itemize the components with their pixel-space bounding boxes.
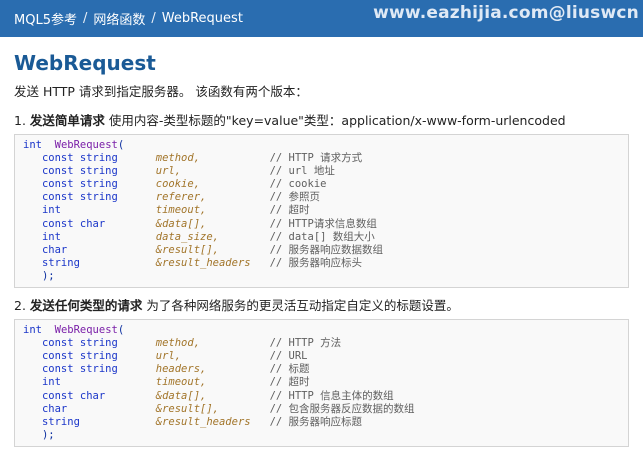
param-comment: // 参照页 [269, 191, 321, 204]
breadcrumb-separator: / [151, 11, 156, 26]
param-name: method, [155, 152, 270, 165]
param-comment: // 服务器响应标题 [269, 415, 363, 428]
param-name: data_size, [155, 230, 270, 243]
param-type: const string [41, 350, 156, 363]
param-comment: // HTTP 方法 [269, 337, 342, 350]
param-type: char [41, 243, 156, 256]
breadcrumb-network-functions[interactable]: 网络函数 [93, 9, 145, 28]
main-content: WebRequest 发送 HTTP 请求到指定服务器。 该函数有两个版本： 1… [0, 51, 643, 447]
param-comment: // 服务器响应标头 [269, 256, 363, 269]
section-1-heading: 1. 发送简单请求 使用内容-类型标题的"key=value"类型：applic… [14, 110, 629, 129]
param-name: url, [155, 165, 270, 178]
param-comment: // 标题 [269, 363, 310, 376]
param-comment: // URL [269, 350, 308, 363]
param-name: &result_headers [155, 256, 270, 269]
return-type: int [23, 324, 42, 337]
param-name: method, [155, 337, 270, 350]
param-name: timeout, [155, 376, 270, 389]
param-type: string [41, 256, 156, 269]
param-comment: // 超时 [269, 376, 310, 389]
param-name: url, [155, 350, 270, 363]
param-type: int [41, 230, 156, 243]
param-comment: // url 地址 [269, 165, 335, 178]
param-name: &result[], [155, 243, 270, 256]
param-type: char [41, 402, 156, 415]
breadcrumb: MQL5参考 / 网络函数 / WebRequest [0, 9, 243, 28]
page-title: WebRequest [14, 51, 156, 75]
section-2-heading: 2. 发送任何类型的请求 为了各种网络服务的更灵活互动指定自定义的标题设置。 [14, 295, 629, 314]
breadcrumb-separator: / [82, 11, 88, 26]
function-name: WebRequest [54, 139, 118, 151]
section-1-title: 发送简单请求 [29, 113, 105, 128]
top-navigation-bar: MQL5参考 / 网络函数 / WebRequest www.eazhijia.… [0, 0, 643, 37]
param-type: const string [41, 178, 156, 191]
breadcrumb-mql5-reference[interactable]: MQL5参考 [14, 9, 77, 28]
param-name: &result_headers [155, 415, 270, 428]
param-comment: // 服务器响应数据数组 [269, 243, 384, 256]
param-name: timeout, [155, 204, 270, 217]
param-comment: // 超时 [269, 204, 310, 217]
intro-text: 发送 HTTP 请求到指定服务器。 该函数有两个版本： [14, 84, 308, 99]
function-name: WebRequest [54, 324, 118, 337]
section-2-description: 为了各种网络服务的更灵活互动指定自定义的标题设置。 [146, 298, 459, 314]
param-type: const string [41, 152, 156, 165]
param-name: cookie, [155, 178, 270, 191]
param-name: &data[], [155, 217, 270, 230]
param-comment: // cookie [269, 178, 327, 191]
code-block-simple-request: int WebRequest( const string method, // … [14, 134, 629, 289]
param-type: const string [41, 191, 156, 204]
section-2-number: 2. [14, 298, 26, 314]
param-comment: // HTTP 请求方式 [269, 152, 363, 165]
param-type: const char [41, 217, 156, 230]
code-block-any-request: int WebRequest( const string method, // … [14, 319, 629, 447]
section-1-description: 使用内容-类型标题的"key=value"类型：application/x-ww… [108, 113, 566, 128]
param-type: const string [41, 337, 156, 350]
param-name: &data[], [155, 389, 270, 402]
param-type: const string [41, 363, 156, 376]
param-type: const string [41, 165, 156, 178]
param-comment: // 包含服务器反应数据的数组 [269, 402, 415, 415]
watermark-text: www.eazhijia.com@liuswcn [373, 3, 639, 23]
param-type: string [41, 415, 156, 428]
param-type: int [41, 204, 156, 217]
param-comment: // HTTP请求信息数组 [269, 217, 377, 230]
param-name: referer, [155, 191, 270, 204]
param-name: headers, [155, 363, 270, 376]
param-type: const char [41, 389, 156, 402]
param-comment: // data[] 数组大小 [269, 230, 375, 243]
param-name: &result[], [155, 402, 270, 415]
section-2-title: 发送任何类型的请求 [29, 298, 143, 314]
param-comment: // HTTP 信息主体的数组 [269, 389, 394, 402]
section-1-number: 1. [14, 113, 26, 128]
param-type: int [41, 376, 156, 389]
breadcrumb-webrequest[interactable]: WebRequest [162, 11, 243, 26]
return-type: int [23, 139, 42, 151]
